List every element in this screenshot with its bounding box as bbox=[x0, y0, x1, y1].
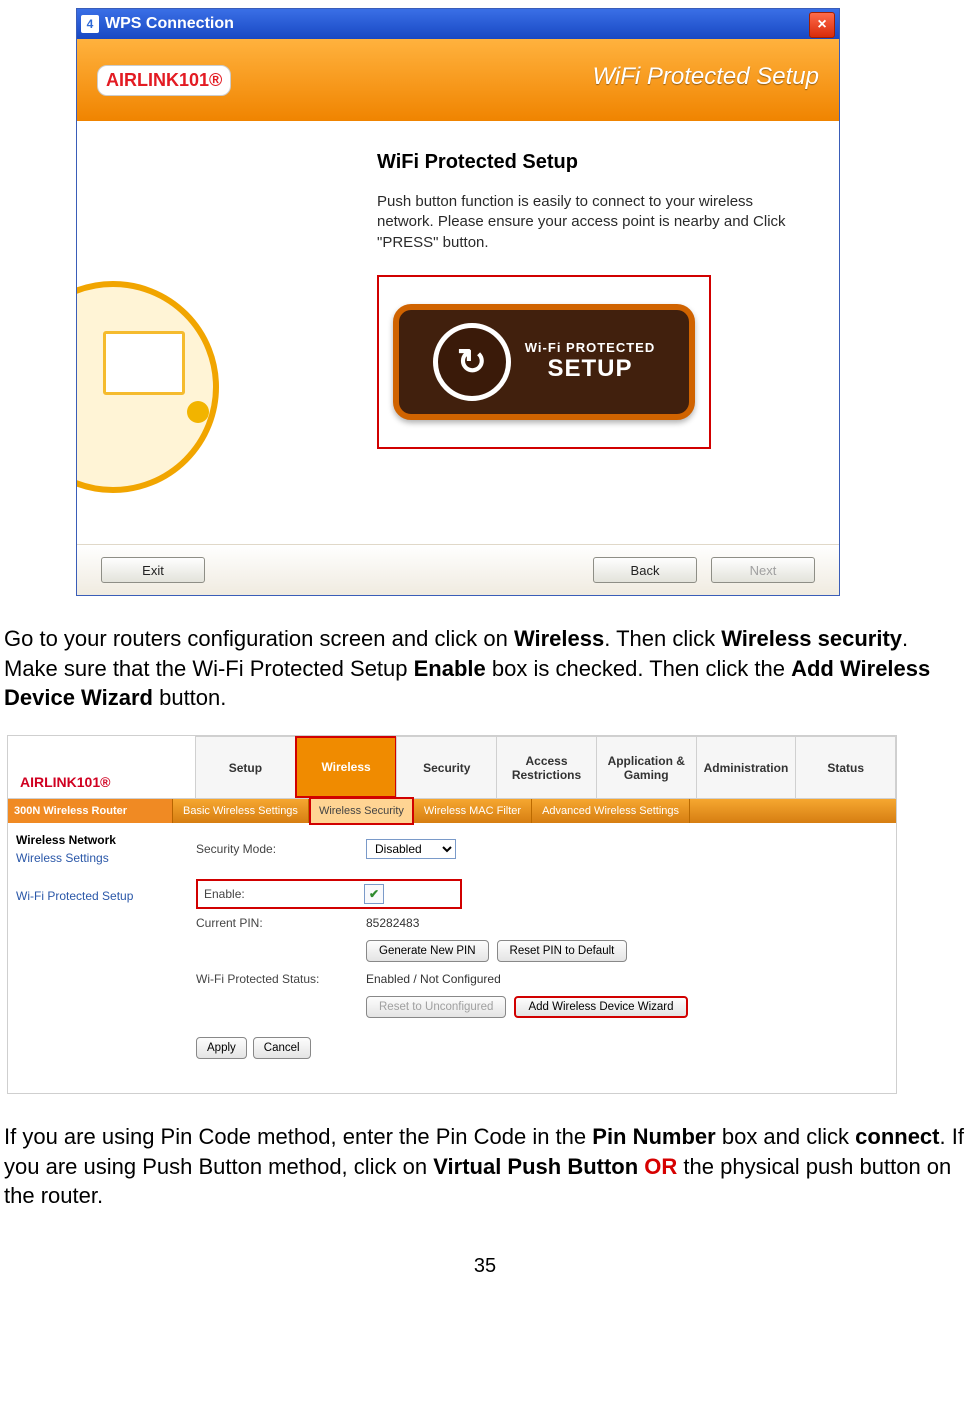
tab-security[interactable]: Security bbox=[396, 736, 497, 798]
subtab-advanced[interactable]: Advanced Wireless Settings bbox=[532, 799, 690, 823]
para2-bold-virtual: Virtual Push Button bbox=[433, 1154, 638, 1179]
reset-unconfigured-button: Reset to Unconfigured bbox=[366, 996, 506, 1018]
page-number: 35 bbox=[4, 1255, 966, 1278]
para2-or: OR bbox=[638, 1154, 683, 1179]
tab-wireless[interactable]: Wireless bbox=[295, 736, 398, 798]
router-admin-screenshot: AIRLINK101® Setup Wireless Security Acce… bbox=[7, 735, 897, 1094]
router-header: AIRLINK101® Setup Wireless Security Acce… bbox=[8, 736, 896, 799]
dialog-content: WiFi Protected Setup Push button functio… bbox=[77, 121, 839, 545]
para2-text2: box and click bbox=[716, 1124, 855, 1149]
security-mode-select[interactable]: Disabled bbox=[366, 839, 456, 859]
titlebar-icon: 4 bbox=[81, 15, 99, 33]
dialog-title: WPS Connection bbox=[105, 15, 234, 33]
router-main: Security Mode: Disabled Enable: ✔ Curren… bbox=[180, 823, 896, 1093]
tab-access-restrictions[interactable]: Access Restrictions bbox=[496, 736, 597, 798]
instruction-paragraph-2: If you are using Pin Code method, enter … bbox=[4, 1122, 966, 1211]
sidebar-heading: Wireless Network bbox=[16, 833, 180, 847]
dialog-body: AIRLINK101® WiFi Protected Setup WiFi Pr… bbox=[77, 39, 839, 595]
decorative-dot bbox=[187, 401, 209, 423]
dialog-header-bar: AIRLINK101® WiFi Protected Setup bbox=[77, 39, 839, 121]
wps-status-value: Enabled / Not Configured bbox=[366, 972, 501, 986]
generate-pin-button[interactable]: Generate New PIN bbox=[366, 940, 489, 962]
tab-status[interactable]: Status bbox=[795, 736, 896, 798]
wps-press-button[interactable]: ↻ Wi-Fi PROTECTED SETUP bbox=[393, 304, 695, 420]
para1-text2: . Then click bbox=[604, 626, 721, 651]
subtab-wireless-security[interactable]: Wireless Security bbox=[309, 797, 414, 825]
sidebar-link-settings[interactable]: Wireless Settings bbox=[16, 851, 180, 865]
wps-arrows-icon: ↻ bbox=[433, 323, 511, 401]
add-device-wizard-button[interactable]: Add Wireless Device Wizard bbox=[514, 996, 687, 1018]
instruction-paragraph-1: Go to your routers configuration screen … bbox=[4, 624, 966, 713]
wps-status-label: Wi-Fi Protected Status: bbox=[196, 972, 366, 986]
wps-badge-label: Wi-Fi PROTECTED SETUP bbox=[525, 340, 655, 383]
banner-title: WiFi Protected Setup bbox=[592, 63, 819, 91]
enable-checkbox[interactable]: ✔ bbox=[364, 884, 384, 904]
router-logo: AIRLINK101® bbox=[8, 766, 196, 798]
decorative-rect bbox=[103, 331, 185, 395]
para1-bold-security: Wireless security bbox=[721, 626, 902, 651]
product-name: 300N Wireless Router bbox=[8, 799, 173, 823]
para1-bold-wireless: Wireless bbox=[514, 626, 604, 651]
wps-dialog: 4 WPS Connection × AIRLINK101® WiFi Prot… bbox=[76, 8, 840, 596]
apply-button[interactable]: Apply bbox=[196, 1037, 247, 1059]
dialog-titlebar: 4 WPS Connection × bbox=[77, 9, 839, 39]
subtab-mac-filter[interactable]: Wireless MAC Filter bbox=[414, 799, 532, 823]
back-button[interactable]: Back bbox=[593, 557, 697, 583]
tab-setup[interactable]: Setup bbox=[195, 736, 296, 798]
tab-administration[interactable]: Administration bbox=[696, 736, 797, 798]
dialog-footer: Exit Back Next bbox=[77, 544, 839, 595]
next-button: Next bbox=[711, 557, 815, 583]
vendor-logo: AIRLINK101® bbox=[97, 65, 231, 96]
current-pin-value: 85282483 bbox=[366, 916, 419, 930]
wps-description: Push button function is easily to connec… bbox=[377, 192, 809, 253]
tab-app-gaming[interactable]: Application & Gaming bbox=[596, 736, 697, 798]
para1-text5: button. bbox=[153, 685, 226, 710]
wps-heading: WiFi Protected Setup bbox=[377, 151, 809, 174]
main-tabs: Setup Wireless Security Access Restricti… bbox=[196, 736, 896, 798]
sub-nav: 300N Wireless Router Basic Wireless Sett… bbox=[8, 799, 896, 823]
para1-text: Go to your routers configuration screen … bbox=[4, 626, 514, 651]
wps-badge-line1: Wi-Fi PROTECTED bbox=[525, 340, 655, 355]
close-icon[interactable]: × bbox=[809, 12, 835, 38]
para2-bold-pin: Pin Number bbox=[592, 1124, 715, 1149]
wps-badge-line2: SETUP bbox=[525, 355, 655, 383]
exit-button[interactable]: Exit bbox=[101, 557, 205, 583]
wps-badge-highlight: ↻ Wi-Fi PROTECTED SETUP bbox=[377, 275, 711, 449]
reset-pin-button[interactable]: Reset PIN to Default bbox=[497, 940, 628, 962]
para2-bold-connect: connect bbox=[855, 1124, 939, 1149]
router-sidebar: Wireless Network Wireless Settings Wi-Fi… bbox=[8, 823, 180, 1093]
enable-label: Enable: bbox=[204, 887, 364, 901]
para1-bold-enable: Enable bbox=[414, 656, 486, 681]
current-pin-label: Current PIN: bbox=[196, 916, 366, 930]
para1-text4: box is checked. Then click the bbox=[486, 656, 791, 681]
para2-text1: If you are using Pin Code method, enter … bbox=[4, 1124, 592, 1149]
sidebar-link-wps[interactable]: Wi-Fi Protected Setup bbox=[16, 889, 180, 903]
cancel-button[interactable]: Cancel bbox=[253, 1037, 311, 1059]
security-mode-label: Security Mode: bbox=[196, 842, 366, 856]
subtab-basic-settings[interactable]: Basic Wireless Settings bbox=[173, 799, 309, 823]
